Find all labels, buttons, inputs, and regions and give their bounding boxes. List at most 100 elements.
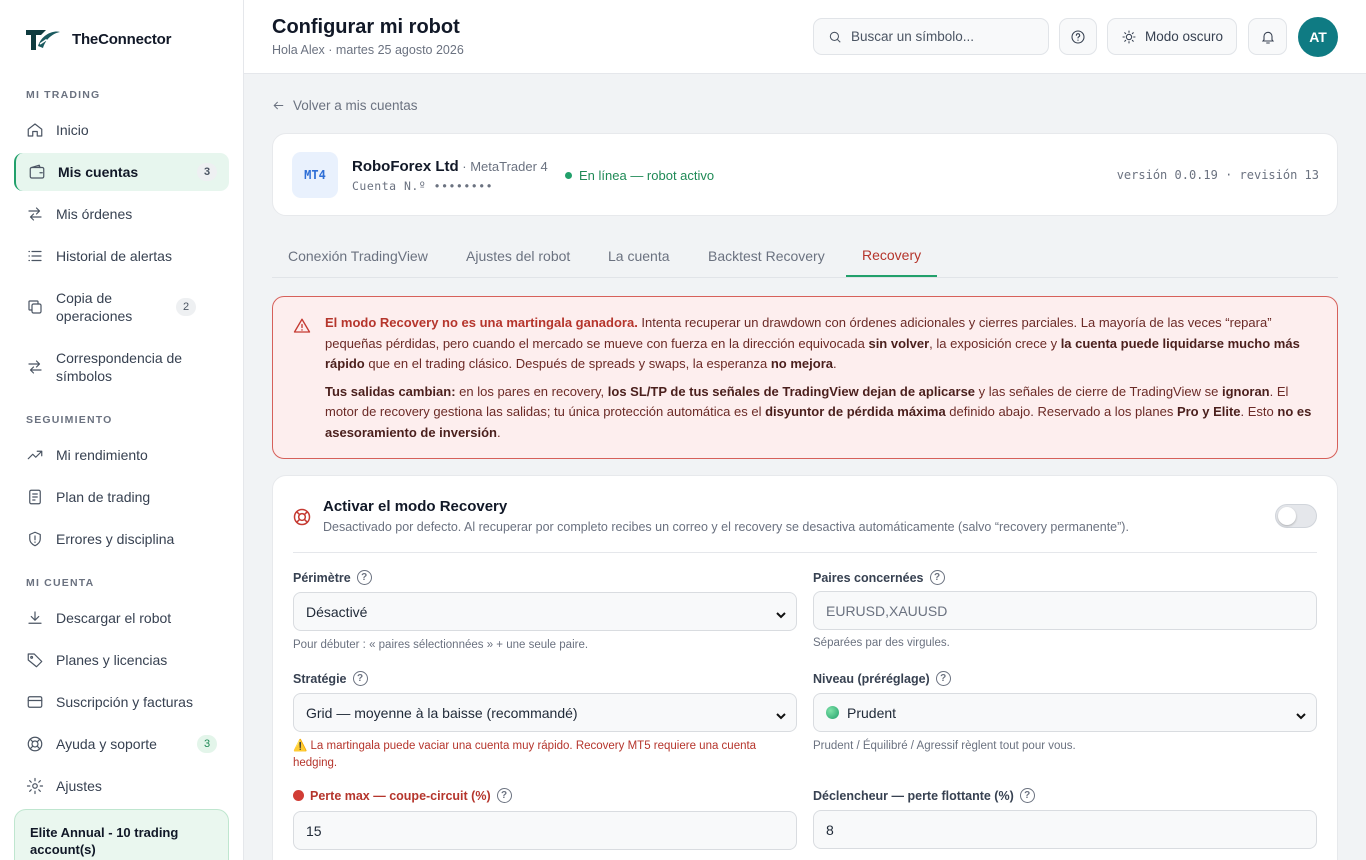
search-icon xyxy=(829,31,841,43)
sidebar-item-label: Ayuda y soporte xyxy=(56,736,157,752)
sidebar-item-mis-cuentas[interactable]: Mis cuentas 3 xyxy=(14,153,229,191)
warning-banner: El modo Recovery no es una martingala ga… xyxy=(272,296,1338,459)
niveau-label: Niveau (préréglage)? xyxy=(813,671,951,686)
sidebar-item-label: Copia de operaciones xyxy=(56,290,133,324)
sidebar-item-historial[interactable]: Historial de alertas xyxy=(14,237,229,275)
brand-logo[interactable]: TheConnector xyxy=(24,24,171,54)
sidebar-item-label: Errores y disciplina xyxy=(56,531,175,547)
recovery-title: Activar el modo Recovery xyxy=(323,498,508,515)
home-icon xyxy=(26,121,44,139)
toggle-knob xyxy=(1278,507,1296,525)
lifebuoy-icon xyxy=(26,735,44,753)
page-subtitle: Hola Alex · martes 25 agosto 2026 xyxy=(272,43,464,57)
perte-max-input[interactable]: 15 xyxy=(293,811,797,850)
dark-mode-button[interactable]: Modo oscuro xyxy=(1107,18,1237,55)
bell-icon xyxy=(1261,31,1274,44)
count-badge: 3 xyxy=(197,735,217,753)
wallet-icon xyxy=(28,163,46,181)
recovery-toggle[interactable] xyxy=(1275,504,1317,528)
page-title: Configurar mi robot xyxy=(272,16,460,38)
perte-max-label: Perte max — coupe-circuit (%)? xyxy=(293,788,512,803)
warning-paragraph-1: El modo Recovery no es una martingala ga… xyxy=(325,315,1300,371)
paires-label: Paires concernées? xyxy=(813,570,945,585)
tab-la-cuenta[interactable]: La cuenta xyxy=(592,234,686,277)
help-icon[interactable]: ? xyxy=(929,570,945,585)
sidebar-item-mis-ordenes[interactable]: Mis órdenes xyxy=(14,195,229,233)
tab-ajustes-robot[interactable]: Ajustes del robot xyxy=(450,234,586,277)
sidebar-item-label: Mi rendimiento xyxy=(56,447,148,463)
perimetre-label: Périmètre? xyxy=(293,570,372,585)
tabs: Conexión TradingView Ajustes del robot L… xyxy=(272,234,1338,278)
help-icon[interactable]: ? xyxy=(1019,788,1035,803)
sidebar-item-copia[interactable]: Copia de operaciones 2 xyxy=(14,284,229,330)
back-link[interactable]: Volver a mis cuentas xyxy=(272,98,418,113)
platform-badge: MT4 xyxy=(292,152,338,198)
sidebar-item-label: Planes y licencias xyxy=(56,652,168,668)
sidebar-item-correspondencia[interactable]: Correspondencia de símbolos xyxy=(14,344,229,390)
sidebar-item-descargar[interactable]: Descargar el robot xyxy=(14,599,229,637)
sidebar-item-label: Ajustes xyxy=(56,778,102,794)
red-dot-icon xyxy=(293,790,304,801)
dark-mode-label: Modo oscuro xyxy=(1144,29,1224,44)
notifications-button[interactable] xyxy=(1248,18,1287,55)
tag-icon xyxy=(26,651,44,669)
platform-name: · MetaTrader 4 xyxy=(458,159,548,174)
sidebar-item-suscripcion[interactable]: Suscripción y facturas xyxy=(14,683,229,721)
swap-icon xyxy=(26,358,44,376)
top-header: Configurar mi robot Hola Alex · martes 2… xyxy=(244,0,1366,74)
chevron-down-icon xyxy=(776,607,786,619)
search-box[interactable] xyxy=(813,18,1049,55)
help-icon[interactable]: ? xyxy=(352,671,368,686)
search-input[interactable] xyxy=(851,29,1031,44)
sidebar-item-label: Correspondencia de símbolos xyxy=(56,350,183,384)
card-icon xyxy=(26,693,44,711)
sidebar-item-plan-trading[interactable]: Plan de trading xyxy=(14,478,229,516)
sidebar-item-label: Plan de trading xyxy=(56,489,151,505)
tab-recovery[interactable]: Recovery xyxy=(846,234,938,277)
sidebar-item-label: Mis cuentas xyxy=(58,164,139,180)
help-icon[interactable]: ? xyxy=(356,570,372,585)
sidebar-item-rendimiento[interactable]: Mi rendimiento xyxy=(14,436,229,474)
sun-icon xyxy=(1122,29,1136,44)
green-dot-icon xyxy=(826,706,839,719)
user-avatar[interactable]: AT xyxy=(1298,17,1338,57)
back-link-label: Volver a mis cuentas xyxy=(293,98,418,113)
perimetre-hint: Pour débuter : « paires sélectionnées » … xyxy=(293,639,589,651)
help-icon[interactable]: ? xyxy=(496,788,512,803)
plan-card[interactable]: Elite Annual - 10 trading account(s) xyxy=(14,809,229,860)
strategie-select[interactable]: Grid — moyenne à la baisse (recommandé) xyxy=(293,693,797,732)
chevron-down-icon xyxy=(776,708,786,720)
paires-input[interactable]: EURUSD,XAUUSD xyxy=(813,591,1317,630)
gear-icon xyxy=(26,777,44,795)
sidebar-item-label: Descargar el robot xyxy=(56,610,172,626)
tab-conexion[interactable]: Conexión TradingView xyxy=(272,234,444,277)
download-icon xyxy=(26,609,44,627)
status-badge: En línea — robot activo xyxy=(565,168,714,183)
help-icon[interactable]: ? xyxy=(935,671,951,686)
section-label-seguimiento: SEGUIMIENTO xyxy=(26,414,113,426)
arrows-icon xyxy=(26,205,44,223)
sidebar-item-label: Historial de alertas xyxy=(56,248,172,264)
recovery-description: Desactivado por defecto. Al recuperar po… xyxy=(323,520,1129,534)
sidebar-item-ajustes[interactable]: Ajustes xyxy=(14,767,229,805)
account-number: Cuenta N.º •••••••• xyxy=(352,179,494,193)
sidebar-item-errores[interactable]: Errores y disciplina xyxy=(14,520,229,558)
sidebar-item-ayuda[interactable]: Ayuda y soporte 3 xyxy=(14,725,229,763)
count-badge: 3 xyxy=(197,163,217,181)
declencheur-label: Déclencheur — perte flottante (%)? xyxy=(813,788,1035,803)
sidebar-item-planes[interactable]: Planes y licencias xyxy=(14,641,229,679)
help-button[interactable] xyxy=(1059,18,1097,55)
strategie-warning: ⚠️ La martingala puede vaciar una cuenta… xyxy=(293,740,757,769)
perimetre-select[interactable]: Désactivé xyxy=(293,592,797,631)
strategie-label: Stratégie? xyxy=(293,671,368,686)
account-card: MT4 RoboForex Ltd · MetaTrader 4 Cuenta … xyxy=(272,133,1338,216)
niveau-hint: Prudent / Équilibré / Agressif règlent t… xyxy=(813,740,1076,752)
help-icon xyxy=(1071,29,1085,44)
niveau-select[interactable]: Prudent xyxy=(813,693,1317,732)
sidebar-item-inicio[interactable]: Inicio xyxy=(14,111,229,149)
lifebuoy-icon xyxy=(292,507,312,527)
sidebar: TheConnector MI TRADING Inicio Mis cuent… xyxy=(0,0,244,860)
recovery-panel: Activar el modo Recovery Desactivado por… xyxy=(272,475,1338,860)
declencheur-input[interactable]: 8 xyxy=(813,810,1317,849)
tab-backtest-recovery[interactable]: Backtest Recovery xyxy=(692,234,841,277)
